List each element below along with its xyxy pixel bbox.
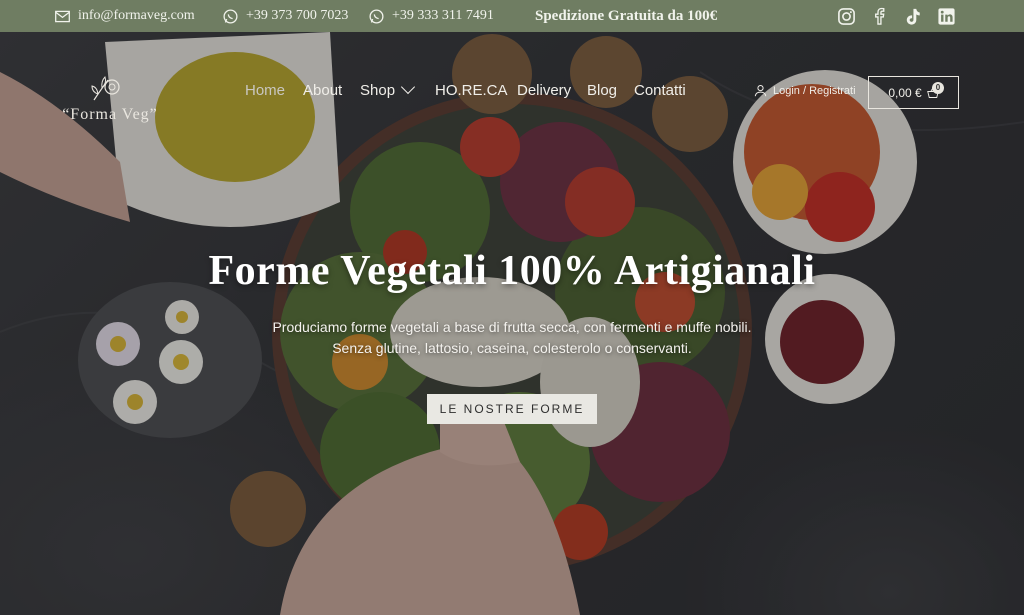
floral-logo-icon xyxy=(91,76,120,101)
nav-contatti[interactable]: Contatti xyxy=(634,82,686,99)
tiktok-icon[interactable] xyxy=(901,5,923,27)
login-link[interactable]: Login / Registrati xyxy=(754,84,856,97)
top-bar: info@formaveg.com +39 373 700 7023 +39 3… xyxy=(0,0,1024,32)
shipping-banner: Spedizione Gratuita da 100€ xyxy=(535,0,717,32)
logo[interactable]: “Forma Veg” xyxy=(50,70,170,130)
facebook-icon[interactable] xyxy=(868,5,890,27)
nav-blog[interactable]: Blog xyxy=(587,82,617,99)
email-text: info@formaveg.com xyxy=(78,8,195,23)
hero-title: Forme Vegetali 100% Artigianali xyxy=(208,248,816,294)
login-label: Login / Registrati xyxy=(773,84,856,97)
cart-total: 0,00 € xyxy=(888,85,922,100)
phone-text-1: +39 373 700 7023 xyxy=(246,8,349,23)
logo-text: “Forma Veg” xyxy=(62,106,158,123)
nav-delivery[interactable]: Delivery xyxy=(517,82,571,99)
cart-button[interactable]: 0,00 € 0 xyxy=(868,76,959,109)
nav-horeca[interactable]: HO.RE.CA xyxy=(435,82,508,99)
whatsapp-icon xyxy=(223,8,238,24)
hero-section: “Forma Veg” Home About Shop HO.RE.CA Del… xyxy=(0,32,1024,615)
phone-contact-2[interactable]: +39 333 311 7491 xyxy=(368,0,494,32)
chevron-down-icon xyxy=(400,79,416,95)
linkedin-icon[interactable] xyxy=(935,5,957,27)
user-icon xyxy=(754,84,767,97)
cart-count-badge: 0 xyxy=(932,82,944,94)
nav-about[interactable]: About xyxy=(303,82,342,99)
mail-icon xyxy=(55,10,70,22)
shipping-text: Spedizione Gratuita da 100€ xyxy=(535,7,718,24)
email-contact[interactable]: info@formaveg.com xyxy=(54,0,195,32)
phone-text-2: +39 333 311 7491 xyxy=(392,8,494,23)
hero-subtitle-line-2: Senza glutine, lattosio, caseina, colest… xyxy=(332,340,692,356)
hero-subtitle-line-1: Produciamo forme vegetali a base di frut… xyxy=(272,319,752,335)
nav-shop-label: Shop xyxy=(360,82,396,99)
nav-shop[interactable]: Shop xyxy=(360,79,416,99)
instagram-icon[interactable] xyxy=(835,5,857,27)
our-shapes-button[interactable]: LE NOSTRE FORME xyxy=(427,394,597,424)
hero-subtitle: Produciamo forme vegetali a base di frut… xyxy=(0,317,1024,359)
whatsapp-icon xyxy=(369,8,384,24)
nav-home[interactable]: Home xyxy=(245,82,285,99)
phone-contact-1[interactable]: +39 373 700 7023 xyxy=(222,0,348,32)
